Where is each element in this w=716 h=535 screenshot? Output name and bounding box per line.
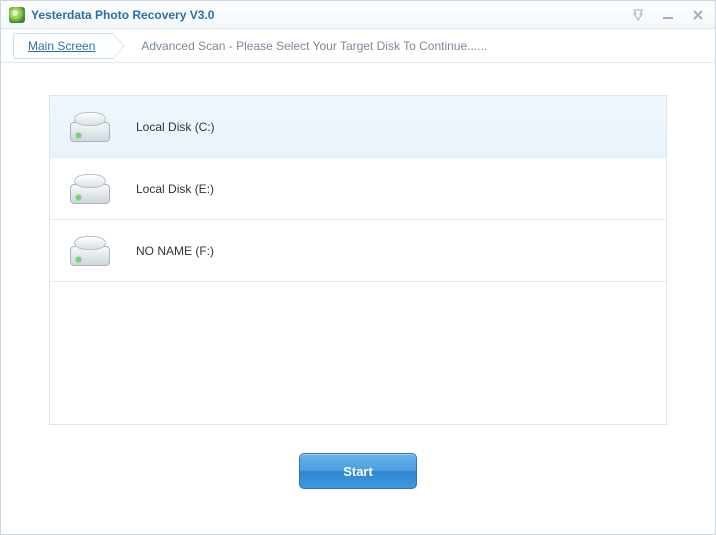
disk-label: NO NAME (F:) bbox=[136, 244, 214, 258]
titlebar: Yesterdata Photo Recovery V3.0 bbox=[1, 1, 715, 29]
start-button[interactable]: Start bbox=[299, 453, 417, 489]
app-title: Yesterdata Photo Recovery V3.0 bbox=[31, 8, 629, 22]
disk-row-e[interactable]: Local Disk (E:) bbox=[50, 158, 666, 220]
breadcrumb-main-screen[interactable]: Main Screen bbox=[13, 33, 113, 59]
app-window: Yesterdata Photo Recovery V3.0 Main Scre… bbox=[0, 0, 716, 535]
breadcrumb-main-label: Main Screen bbox=[28, 39, 95, 53]
disk-list-panel: Local Disk (C:) Local Disk (E:) NO NAME … bbox=[49, 95, 667, 425]
content-area: Local Disk (C:) Local Disk (E:) NO NAME … bbox=[1, 63, 715, 534]
pin-button[interactable] bbox=[629, 8, 647, 22]
breadcrumb-description: Advanced Scan - Please Select Your Targe… bbox=[141, 39, 487, 53]
disk-label: Local Disk (C:) bbox=[136, 120, 215, 134]
hard-disk-icon bbox=[68, 172, 112, 206]
breadcrumb-bar: Main Screen Advanced Scan - Please Selec… bbox=[1, 29, 715, 63]
disk-row-c[interactable]: Local Disk (C:) bbox=[50, 96, 666, 158]
disk-row-f[interactable]: NO NAME (F:) bbox=[50, 220, 666, 282]
app-icon bbox=[9, 7, 25, 23]
minimize-button[interactable] bbox=[659, 8, 677, 22]
window-controls bbox=[629, 8, 707, 22]
close-button[interactable] bbox=[689, 8, 707, 22]
disk-label: Local Disk (E:) bbox=[136, 182, 214, 196]
footer: Start bbox=[49, 425, 667, 489]
hard-disk-icon bbox=[68, 234, 112, 268]
hard-disk-icon bbox=[68, 110, 112, 144]
